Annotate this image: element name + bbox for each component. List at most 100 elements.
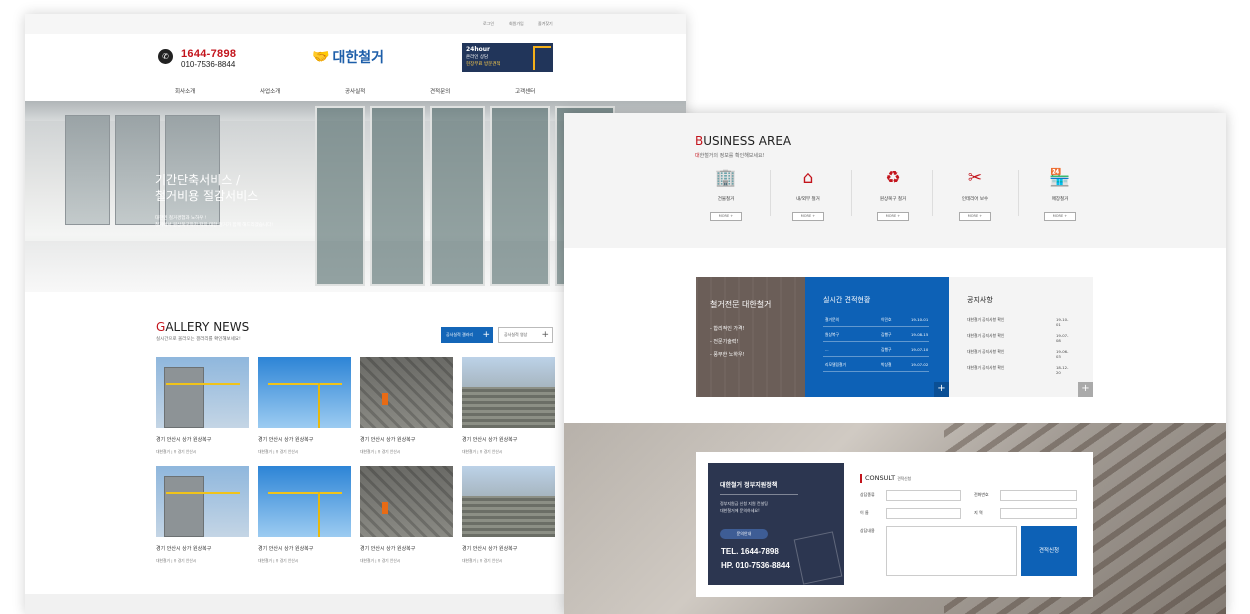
hero-window	[65, 115, 110, 225]
notice-more-button[interactable]: +	[1078, 382, 1093, 397]
more-button[interactable]: MORE +	[877, 212, 909, 221]
gov-support-desc: 정부지원금 신청 지원 컨설팅	[720, 501, 768, 506]
plus-icon: +	[541, 330, 549, 340]
excavator-icon	[533, 46, 551, 70]
promo-box: 철거전문 대한철거 - 합리적인 가격! - 전문기술력! - 풍부한 노하우!	[696, 277, 805, 397]
right-page-screenshot: BUSINESS AREA 대한철거의 정보를 확인해보세요! 🏢 건물철거 M…	[564, 113, 1226, 614]
hero-subtext-1: 대한민 철거경험과 노하우 !	[155, 216, 207, 221]
notice-row[interactable]: 대한철거 공지사항 확인 19-07-08	[967, 329, 1073, 344]
location-pin-icon: ⚲	[275, 558, 279, 563]
estimate-row[interactable]: 철거문의 이민호 19-10-01	[823, 313, 929, 327]
logo-text: 대한철거	[332, 50, 384, 66]
label-region: 지 역	[974, 510, 983, 515]
gallery-item[interactable]: 경기 안산시 상가 원상복구 대한철거 | ⚲ 경기 안산시	[258, 357, 351, 455]
gallery-meta: 대한철거 | ⚲ 경기 안산시	[360, 449, 401, 454]
gallery-thumbnail	[258, 466, 351, 537]
bookmark-link[interactable]: 즐겨찾기	[538, 21, 553, 27]
region-input[interactable]	[1000, 508, 1077, 519]
business-item-label: 내/외부 철거	[796, 197, 820, 202]
sub-phone-number: 010-7536-8844	[181, 60, 236, 69]
location-pin-icon: ⚲	[479, 449, 483, 454]
header-banner[interactable]: 24hour 온라인 상담 현장무료 방문견적	[462, 43, 553, 72]
tel-number: TEL. 1644-7898	[721, 547, 779, 556]
business-subtitle: 대한철거의 정보를 확인해보세요!	[695, 152, 765, 159]
hero-glass-panel	[430, 106, 485, 286]
gov-support-desc: 대한철거에 문의하세요!	[720, 508, 760, 513]
business-item-label: 인테리어 보수	[961, 197, 989, 202]
gallery-videos-label: 공사실적 영상	[504, 332, 528, 337]
promo-title: 철거전문 대한철거	[710, 300, 772, 309]
promo-point: - 합리적인 가격!	[710, 326, 745, 332]
hero-glass-panel	[315, 106, 365, 286]
main-phone-number: 1644-7898	[181, 48, 237, 60]
business-item-store: 🏪 매장철거 MORE +	[1020, 168, 1100, 223]
nav-item-portfolio[interactable]: 공사실적	[345, 87, 365, 95]
more-button[interactable]: MORE +	[959, 212, 991, 221]
live-estimates-title: 실시간 견적현황	[823, 296, 871, 304]
recycle-icon: ♻	[885, 168, 901, 188]
signup-link[interactable]: 회원가입	[509, 21, 524, 27]
banner-line1: 24hour	[466, 46, 490, 53]
gallery-item[interactable]: 경기 안산시 상가 원상복구 대한철거 | ⚲ 경기 안산시	[462, 357, 555, 455]
nav-item-estimate[interactable]: 견적문의	[430, 87, 450, 95]
estimates-more-button[interactable]: +	[934, 382, 949, 397]
business-item-label: 원상복구 철거	[879, 197, 907, 202]
hero-window	[165, 115, 220, 225]
gallery-thumbnail	[462, 466, 555, 537]
gallery-item[interactable]: 경기 안산시 상가 원상복구 대한철거 | ⚲ 경기 안산시	[258, 466, 351, 564]
live-estimates-box: 실시간 견적현황 철거문의 이민호 19-10-01 원상복구 김행구 19-0…	[805, 277, 949, 397]
consult-form-title: CONSULT 견적신청	[860, 474, 911, 483]
gallery-item[interactable]: 경기 안산시 상가 원상복구 대한철거 | ⚲ 경기 안산시	[156, 466, 249, 564]
notice-row[interactable]: 대한철거 공지사항 확인 18-12-20	[967, 361, 1073, 376]
divider	[1018, 170, 1019, 216]
location-pin-icon: ⚲	[173, 558, 177, 563]
gallery-videos-button[interactable]: 공사실적 영상 +	[498, 327, 553, 343]
estimate-row[interactable]: 원상복구 김행구 19-08-15	[823, 328, 929, 342]
estimate-row[interactable]: ... 김행구 19-07-10	[823, 343, 929, 357]
gallery-caption: 경기 안산시 상가 원상복구	[360, 546, 416, 552]
gallery-item[interactable]: 경기 안산시 상가 원상복구 대한철거 | ⚲ 경기 안산시	[156, 357, 249, 455]
estimate-row[interactable]: 리모델링철거 박상철 19-07-02	[823, 358, 929, 372]
business-item-label: 건물철거	[717, 197, 735, 202]
location-pin-icon: ⚲	[377, 449, 381, 454]
main-nav: 회사소개 사업소개 공사실적 견적문의 고객센터	[25, 80, 686, 101]
notice-row[interactable]: 대한철거 공지사항 확인 19-06-03	[967, 345, 1073, 360]
document-icon	[793, 531, 843, 585]
nav-item-company[interactable]: 회사소개	[175, 87, 195, 95]
business-item-label: 매장철거	[1051, 197, 1069, 202]
label-category: 상담종류	[860, 492, 875, 497]
gallery-photos-label: 공사실적 갤러리	[446, 332, 474, 337]
gallery-caption: 경기 안산시 상가 원상복구	[156, 546, 212, 552]
hero-window	[115, 115, 160, 225]
name-input[interactable]	[886, 508, 961, 519]
gallery-title: GALLERY NEWS	[156, 320, 249, 334]
gallery-meta: 대한철거 | ⚲ 경기 안산시	[156, 449, 197, 454]
login-link[interactable]: 로그인	[483, 21, 494, 27]
banner-line3: 현장무료 방문견적	[466, 62, 501, 67]
business-item-interior-repair: ✂ 인테리어 보수 MORE +	[935, 168, 1015, 223]
gallery-thumbnail	[360, 466, 453, 537]
content-textarea[interactable]	[886, 526, 1017, 576]
more-button[interactable]: MORE +	[792, 212, 824, 221]
label-name: 이 름	[860, 510, 869, 515]
nav-item-business[interactable]: 사업소개	[260, 87, 280, 95]
category-input[interactable]	[886, 490, 961, 501]
gallery-photos-button[interactable]: 공사실적 갤러리 +	[441, 327, 493, 343]
notice-box: 공지사항 대한철거 공지사항 확인 19-10-01 대한철거 공지사항 확인 …	[949, 277, 1093, 397]
more-button[interactable]: MORE +	[710, 212, 742, 221]
gallery-title-accent: G	[156, 320, 166, 334]
phone-input[interactable]	[1000, 490, 1077, 501]
gallery-item[interactable]: 경기 안산시 상가 원상복구 대한철거 | ⚲ 경기 안산시	[360, 466, 453, 564]
site-logo[interactable]: 🤝 대한철거	[312, 47, 384, 67]
notice-title: 공지사항	[967, 296, 993, 304]
nav-item-support[interactable]: 고객센터	[515, 87, 535, 95]
gallery-item[interactable]: 경기 안산시 상가 원상복구 대한철거 | ⚲ 경기 안산시	[462, 466, 555, 564]
more-button[interactable]: MORE +	[1044, 212, 1076, 221]
submit-estimate-button[interactable]: 견적신청	[1021, 526, 1077, 576]
notice-row[interactable]: 대한철거 공지사항 확인 19-10-01	[967, 313, 1073, 328]
gallery-item[interactable]: 경기 안산시 상가 원상복구 대한철거 | ⚲ 경기 안산시	[360, 357, 453, 455]
location-pin-icon: ⚲	[275, 449, 279, 454]
gallery-meta: 대한철거 | ⚲ 경기 안산시	[462, 558, 503, 563]
hero-headline-1: 기간단축서비스 /	[155, 173, 241, 187]
inquiry-guide-button[interactable]: 문의안내	[720, 529, 768, 539]
